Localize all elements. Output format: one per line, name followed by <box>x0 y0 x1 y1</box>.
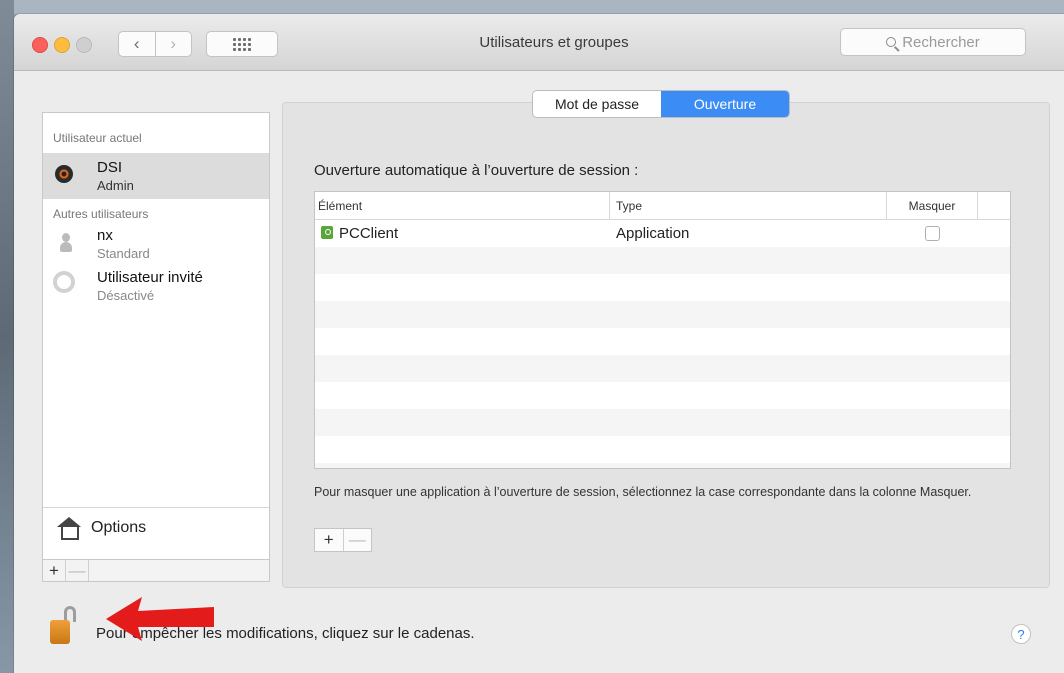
other-users-section-label: Autres utilisateurs <box>53 207 149 221</box>
user-role: Désactivé <box>97 288 155 303</box>
user-role: Standard <box>97 246 150 261</box>
column-header-element[interactable]: Élément <box>315 192 610 219</box>
system-preferences-window: ‹ › Utilisateurs et groupes Rechercher U… <box>14 14 1064 673</box>
user-name: Utilisateur invité <box>97 269 203 286</box>
padlock-body <box>50 620 70 644</box>
users-list-panel: Utilisateur actuel DSI Admin Autres util… <box>42 112 270 560</box>
element-cell: PCClient <box>315 225 610 242</box>
current-user-section-label: Utilisateur actuel <box>53 131 142 145</box>
back-button[interactable]: ‹ <box>119 32 155 56</box>
options-label: Options <box>91 519 147 536</box>
hide-cell <box>887 226 978 241</box>
user-name: nx <box>97 227 113 244</box>
empty-row <box>315 247 1010 274</box>
user-name: DSI <box>97 159 123 176</box>
empty-row <box>315 382 1010 409</box>
window-title: Utilisateurs et groupes <box>479 34 629 51</box>
element-name: PCClient <box>339 225 399 242</box>
help-button[interactable]: ? <box>1011 624 1031 644</box>
empty-row <box>315 355 1010 382</box>
lock-button[interactable] <box>50 606 78 646</box>
search-placeholder: Rechercher <box>902 33 980 51</box>
arrow-shape <box>106 597 214 641</box>
red-arrow-annotation <box>106 597 214 641</box>
remove-user-button[interactable]: — <box>66 560 89 581</box>
tab-password[interactable]: Mot de passe <box>533 91 661 117</box>
column-header-hide[interactable]: Masquer <box>887 192 978 219</box>
guest-icon <box>53 271 75 293</box>
empty-row <box>315 409 1010 436</box>
desktop-edge <box>0 0 14 673</box>
empty-row <box>315 328 1010 355</box>
zoom-window-button[interactable] <box>76 37 92 53</box>
column-header-type[interactable]: Type <box>610 192 887 219</box>
user-row-dsi[interactable]: DSI Admin <box>43 153 269 199</box>
house-icon <box>57 517 81 540</box>
tab-login-items[interactable]: Ouverture <box>661 91 789 117</box>
hide-hint-text: Pour masquer une application à l’ouvertu… <box>314 485 972 499</box>
person-icon <box>59 233 73 253</box>
type-cell: Application <box>616 225 690 242</box>
login-items-panel: Ouverture automatique à l’ouverture de s… <box>282 102 1050 588</box>
grid-icon <box>233 37 251 51</box>
login-items-table: Élément Type Masquer PCClient Applicatio… <box>314 191 1011 469</box>
login-options-button[interactable]: Options <box>43 507 269 548</box>
target-avatar-icon <box>55 165 73 183</box>
add-user-button[interactable]: + <box>43 560 66 581</box>
close-window-button[interactable] <box>32 37 48 53</box>
user-row-nx[interactable]: nx Standard <box>43 221 269 267</box>
desktop-background <box>0 0 1064 14</box>
empty-row <box>315 463 1010 468</box>
tab-bar: Mot de passe Ouverture <box>532 90 790 118</box>
minimize-window-button[interactable] <box>54 37 70 53</box>
navigation-buttons: ‹ › <box>118 31 192 57</box>
table-row[interactable]: PCClient Application <box>315 220 1010 247</box>
user-row-guest[interactable]: Utilisateur invité Désactivé <box>43 263 269 309</box>
forward-button[interactable]: › <box>154 32 192 56</box>
empty-row <box>315 274 1010 301</box>
empty-row <box>315 436 1010 463</box>
title-bar: ‹ › Utilisateurs et groupes Rechercher <box>14 14 1064 71</box>
show-all-button[interactable] <box>206 31 278 57</box>
hide-checkbox[interactable] <box>925 226 940 241</box>
login-items-heading: Ouverture automatique à l’ouverture de s… <box>314 162 639 179</box>
user-role: Admin <box>97 178 134 193</box>
table-body: PCClient Application <box>315 220 1010 468</box>
remove-login-item-button[interactable]: — <box>344 529 372 551</box>
search-field[interactable]: Rechercher <box>840 28 1026 56</box>
add-login-item-button[interactable]: + <box>315 529 344 551</box>
table-header: Élément Type Masquer <box>315 192 1010 220</box>
search-icon <box>886 37 897 47</box>
login-items-toolbar: + — <box>314 528 372 552</box>
pcclient-app-icon <box>321 225 335 242</box>
empty-row <box>315 301 1010 328</box>
users-list-toolbar: + — <box>42 560 270 582</box>
